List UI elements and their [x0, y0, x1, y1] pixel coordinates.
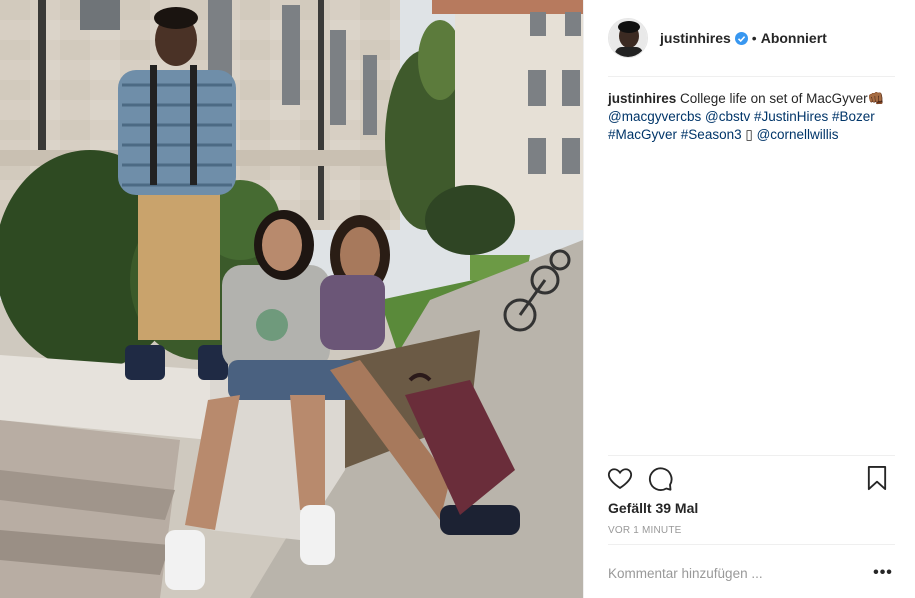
- avatar[interactable]: [608, 18, 648, 58]
- post-photo[interactable]: [0, 0, 583, 598]
- post-photo-illustration: [0, 0, 583, 598]
- post-side-panel: justinhires • Abonniert justinhires Coll…: [583, 0, 915, 598]
- post-header: justinhires • Abonniert: [608, 16, 895, 60]
- caption-hashtag-bozer[interactable]: #Bozer: [832, 109, 875, 124]
- heart-icon[interactable]: [606, 464, 634, 492]
- comment-input[interactable]: [608, 565, 871, 581]
- comment-divider: [608, 544, 895, 545]
- caption-emoji: 👊🏾: [867, 91, 885, 106]
- caption-box-glyph: ▯: [745, 127, 753, 142]
- caption-mention-cbstv[interactable]: @cbstv: [705, 109, 750, 124]
- caption-hashtag-justinhires[interactable]: #JustinHires: [754, 109, 828, 124]
- post-timestamp[interactable]: VOR 1 MINUTE: [608, 525, 682, 536]
- likes-count[interactable]: Gefällt 39 Mal: [608, 500, 698, 516]
- caption-hashtag-macgyver[interactable]: #MacGyver: [608, 127, 677, 142]
- verified-badge-icon: [734, 31, 748, 45]
- comment-bubble-icon[interactable]: [646, 464, 674, 492]
- caption-mention-macgyvercbs[interactable]: @macgyvercbs: [608, 109, 701, 124]
- header-separator: •: [751, 30, 757, 46]
- caption-username[interactable]: justinhires: [608, 91, 676, 106]
- caption-hashtag-season3[interactable]: #Season3: [681, 127, 742, 142]
- more-options-icon[interactable]: •••: [871, 563, 895, 583]
- follow-status-button[interactable]: Abonniert: [761, 30, 827, 46]
- post-actions: [606, 464, 895, 492]
- comment-form: •••: [608, 558, 895, 588]
- bookmark-icon[interactable]: [863, 464, 891, 492]
- header-divider: [608, 76, 895, 77]
- actions-divider: [608, 455, 895, 456]
- post-author-username[interactable]: justinhires: [660, 30, 731, 46]
- caption-mention-cornellwillis[interactable]: @cornellwillis: [757, 127, 839, 142]
- caption-text: College life on set of MacGyver: [680, 91, 868, 106]
- post-caption: justinhires College life on set of MacGy…: [608, 90, 895, 144]
